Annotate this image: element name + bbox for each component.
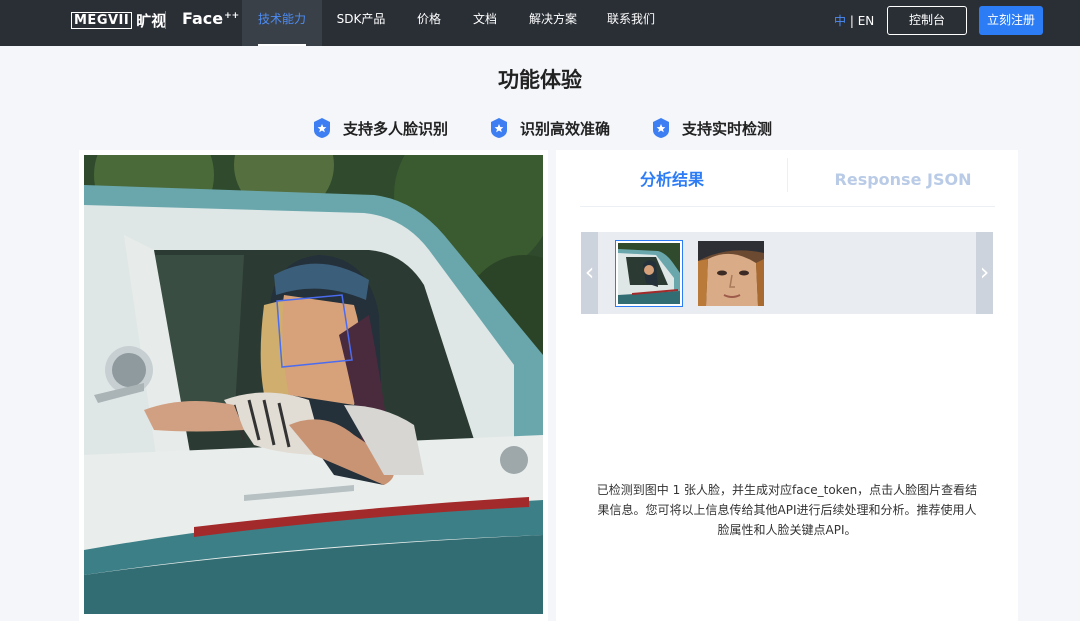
shield-star-icon <box>491 118 507 138</box>
result-description: 已检测到图中 1 张人脸，并生成对应face_token，点击人脸图片查看结果信… <box>596 483 978 537</box>
feature-multi-face: 支持多人脸识别 <box>313 116 448 140</box>
analyzed-photo <box>84 155 543 614</box>
megvii-cn-wordmark: 旷视 <box>136 11 167 30</box>
lang-zh[interactable]: 中 <box>834 14 846 28</box>
console-button[interactable]: 控制台 <box>887 6 967 35</box>
face-thumbnail-carousel: ‹ › <box>581 232 993 314</box>
face-thumbnail[interactable] <box>698 241 764 306</box>
result-panel: 分析结果 Response JSON ‹ › 已检测到图中 1 张人脸，并生成对… <box>556 150 1018 621</box>
nav-item-pricing[interactable]: 价格 <box>404 0 454 46</box>
nav-item-sdk[interactable]: SDK产品 <box>328 0 394 46</box>
top-nav: MEGVII 旷视 Face++ 技术能力 SDK产品 价格 文档 解决方案 联… <box>0 0 1080 46</box>
face-thumbnail-selected[interactable] <box>615 240 683 307</box>
tab-underline <box>580 206 995 207</box>
megvii-logo[interactable]: MEGVII 旷视 <box>71 10 166 30</box>
face-wordmark: Face <box>182 9 224 28</box>
lang-separator: | <box>846 14 858 28</box>
feature-label: 支持实时检测 <box>682 119 773 138</box>
image-panel <box>79 150 548 621</box>
feature-label: 支持多人脸识别 <box>343 119 449 138</box>
chevron-left-icon[interactable]: ‹ <box>581 232 598 314</box>
nav-item-docs[interactable]: 文档 <box>460 0 510 46</box>
page-title: 功能体验 <box>498 68 582 92</box>
register-button[interactable]: 立刻注册 <box>979 6 1043 35</box>
feature-realtime: 支持实时检测 <box>652 116 772 140</box>
face-plus-plus-sup: ++ <box>224 10 240 21</box>
logo-divider <box>165 11 166 29</box>
language-switch: 中 | EN <box>834 12 874 29</box>
feature-label: 识别高效准确 <box>520 119 611 138</box>
truck-photo-thumbnail <box>618 243 680 304</box>
feature-accuracy: 识别高效准确 <box>490 116 610 140</box>
tab-response-json[interactable]: Response JSON <box>788 160 1018 210</box>
tab-analysis-result[interactable]: 分析结果 <box>556 160 788 210</box>
lang-en[interactable]: EN <box>858 14 875 28</box>
shield-star-icon <box>653 118 669 138</box>
face-closeup-thumbnail <box>698 241 764 306</box>
chevron-right-icon[interactable]: › <box>976 232 993 314</box>
nav-item-contact[interactable]: 联系我们 <box>598 0 664 46</box>
nav-item-solutions[interactable]: 解决方案 <box>520 0 586 46</box>
nav-item-tech[interactable]: 技术能力 <box>242 0 322 46</box>
shield-star-icon <box>314 118 330 138</box>
face-plus-plus-logo[interactable]: Face++ <box>182 9 239 28</box>
megvii-wordmark: MEGVII <box>71 11 133 29</box>
